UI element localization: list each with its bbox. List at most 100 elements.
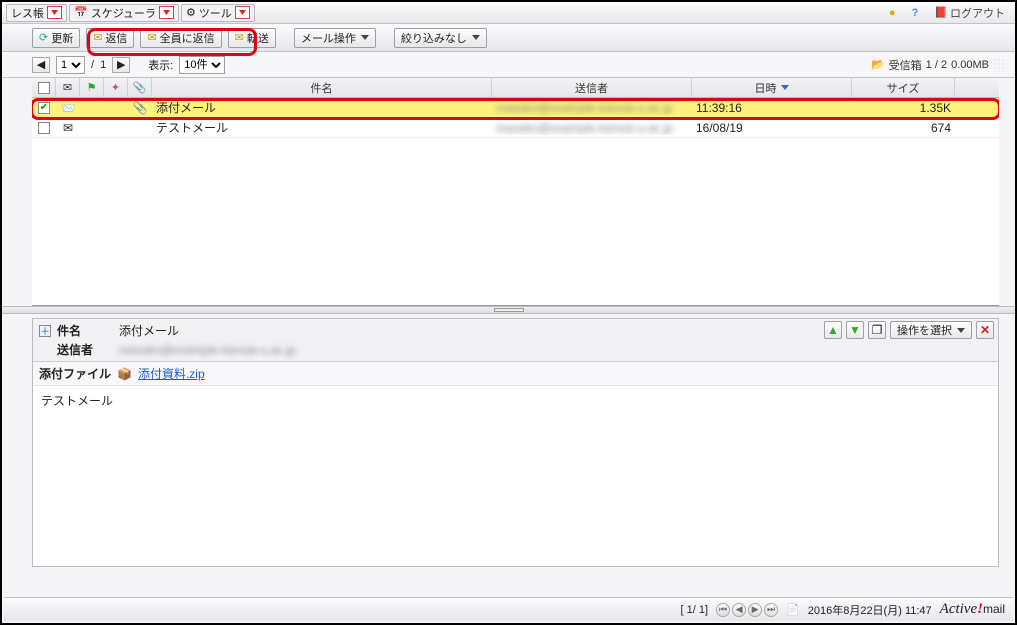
- attachment-link[interactable]: 添付資料.zip: [138, 365, 205, 382]
- close-detail-button[interactable]: ✕: [976, 321, 994, 339]
- col-mail-icon[interactable]: ✉: [56, 78, 80, 97]
- open-window-button[interactable]: ❐: [868, 321, 886, 339]
- detail-ops-label: 操作を選択: [897, 322, 952, 338]
- row-checkbox[interactable]: [38, 102, 50, 114]
- mail-icon: ✉: [63, 121, 73, 135]
- attachment-bar: 添付ファイル 📦 添付資料.zip: [33, 362, 998, 386]
- footer-datetime: 2016年8月22日(月) 11:47: [808, 602, 932, 618]
- refresh-icon: ⟳: [39, 31, 48, 44]
- reply-all-button[interactable]: ✉ 全員に返信: [140, 28, 221, 48]
- first-page-button[interactable]: ⏮: [716, 603, 730, 617]
- row-subject: テストメール: [156, 119, 228, 136]
- mail-open-icon: 📨: [61, 101, 76, 115]
- col-sender[interactable]: 送信者: [492, 78, 692, 97]
- brand-logo: Active!mail: [940, 601, 1005, 618]
- last-page-button[interactable]: ⏭: [764, 603, 778, 617]
- col-subject-label: 件名: [311, 80, 333, 96]
- calendar-icon: 📄: [786, 603, 800, 616]
- reply-all-icon: ✉: [147, 31, 156, 44]
- expand-icon[interactable]: ＋: [39, 325, 51, 337]
- next-page-button[interactable]: ▶: [112, 57, 130, 73]
- forward-button[interactable]: ✉ 転送: [228, 28, 276, 48]
- folder-icon: 📂: [871, 58, 885, 71]
- next-page-button[interactable]: ▶: [748, 603, 762, 617]
- app-tabstrip: レス帳 📅 スケジューラ ⚙ ツール ● ? 📕 ログアウト: [2, 2, 1015, 24]
- page-of: /: [91, 59, 94, 71]
- col-date[interactable]: 日時: [692, 78, 852, 97]
- chevron-down-icon[interactable]: [47, 6, 62, 19]
- paperclip-icon: 📎: [133, 81, 147, 94]
- checkbox-all[interactable]: [38, 82, 50, 94]
- logout-label: ログアウト: [950, 5, 1005, 21]
- folder-counts: 1 / 2: [926, 59, 947, 71]
- loading-icon: [993, 58, 1007, 72]
- move-down-button[interactable]: ▼: [846, 321, 864, 339]
- prev-page-button[interactable]: ◀: [32, 57, 50, 73]
- row-subject: 添付メール: [156, 99, 216, 116]
- col-check[interactable]: [32, 78, 56, 97]
- mail-ops-dropdown[interactable]: メール操作: [294, 28, 376, 48]
- col-flag[interactable]: ⚑: [80, 78, 104, 97]
- detail-ops-dropdown[interactable]: 操作を選択: [890, 321, 972, 339]
- detail-subject-label: 件名: [57, 322, 113, 339]
- refresh-button[interactable]: ⟳ 更新: [32, 28, 80, 48]
- row-date: 16/08/19: [696, 121, 743, 135]
- tab-scheduler[interactable]: 📅 スケジューラ: [69, 4, 179, 22]
- tab-addressbook[interactable]: レス帳: [6, 4, 67, 22]
- refresh-label: 更新: [51, 30, 73, 46]
- mail-body: テストメール: [33, 386, 998, 566]
- calendar-icon: 📅: [74, 6, 88, 19]
- grip-icon: [494, 308, 524, 312]
- filter-dropdown[interactable]: 絞り込みなし: [394, 28, 487, 48]
- window-icon: ❐: [872, 323, 883, 337]
- mail-row[interactable]: ✉ テストメール masako@example.kansai-u.ac.jp 1…: [32, 118, 999, 138]
- col-size-label: サイズ: [887, 80, 920, 96]
- col-subject[interactable]: 件名: [152, 78, 492, 97]
- status-bar: [ 1/ 1] ⏮ ◀ ▶ ⏭ 📄 2016年8月22日(月) 11:47 Ac…: [4, 597, 1013, 621]
- detail-header: ＋ 件名 添付メール 送信者 masako@example.kansai-u.a…: [33, 319, 998, 362]
- tab-scheduler-label: スケジューラ: [91, 5, 156, 21]
- folder-info: 📂 受信箱 1 / 2 0.00MB: [871, 57, 1007, 73]
- sort-desc-icon: [781, 85, 789, 90]
- row-date: 11:39:16: [696, 101, 742, 115]
- mail-ops-label: メール操作: [301, 30, 356, 46]
- detail-subject: 添付メール: [119, 322, 179, 339]
- col-date-label: 日時: [755, 80, 777, 96]
- tab-tools[interactable]: ⚙ ツール: [181, 4, 255, 22]
- reply-icon: ✉: [93, 31, 102, 44]
- gear-icon: ⚙: [186, 6, 196, 19]
- tab-tools-label: ツール: [199, 5, 232, 21]
- chevron-down-icon[interactable]: [159, 6, 174, 19]
- mail-row[interactable]: 📨 📎 添付メール masako@example.kansai-u.ac.jp …: [32, 98, 999, 118]
- forward-label: 転送: [247, 30, 269, 46]
- col-size[interactable]: サイズ: [852, 78, 955, 97]
- row-checkbox[interactable]: [38, 122, 50, 134]
- brand-a: Active: [940, 601, 977, 617]
- split-handle[interactable]: [2, 306, 1015, 314]
- filter-label: 絞り込みなし: [401, 30, 467, 46]
- star-icon: ✦: [111, 81, 120, 94]
- mail-detail: ＋ 件名 添付メール 送信者 masako@example.kansai-u.a…: [32, 318, 999, 567]
- chevron-down-icon[interactable]: [235, 6, 250, 19]
- folder-name: 受信箱: [889, 57, 922, 73]
- reply-label: 返信: [105, 30, 127, 46]
- display-label: 表示:: [148, 57, 173, 73]
- move-up-button[interactable]: ▲: [824, 321, 842, 339]
- help-icon[interactable]: ?: [906, 6, 925, 20]
- row-sender: masako@example.kansai-u.ac.jp: [496, 101, 673, 115]
- page-select[interactable]: 1: [56, 56, 85, 74]
- info-icon[interactable]: ●: [883, 6, 902, 20]
- forward-icon: ✉: [235, 31, 244, 44]
- reply-button[interactable]: ✉ 返信: [86, 28, 134, 48]
- col-attach[interactable]: 📎: [128, 78, 152, 97]
- per-page-select[interactable]: 10件: [179, 56, 225, 74]
- main-toolbar: ⟳ 更新 ✉ 返信 ✉ 全員に返信 ✉ 転送 メール操作 絞り込みなし: [2, 24, 1015, 52]
- arrow-down-icon: ▼: [849, 323, 861, 337]
- prev-page-button[interactable]: ◀: [732, 603, 746, 617]
- mail-body-text: テストメール: [41, 394, 113, 408]
- paging-bar: ◀ 1 / 1 ▶ 表示: 10件 📂 受信箱 1 / 2 0.00MB: [2, 52, 1015, 78]
- col-star[interactable]: ✦: [104, 78, 128, 97]
- folder-size: 0.00MB: [951, 59, 989, 71]
- logout-button[interactable]: 📕 ログアウト: [928, 4, 1011, 22]
- brand-b: mail: [983, 602, 1005, 616]
